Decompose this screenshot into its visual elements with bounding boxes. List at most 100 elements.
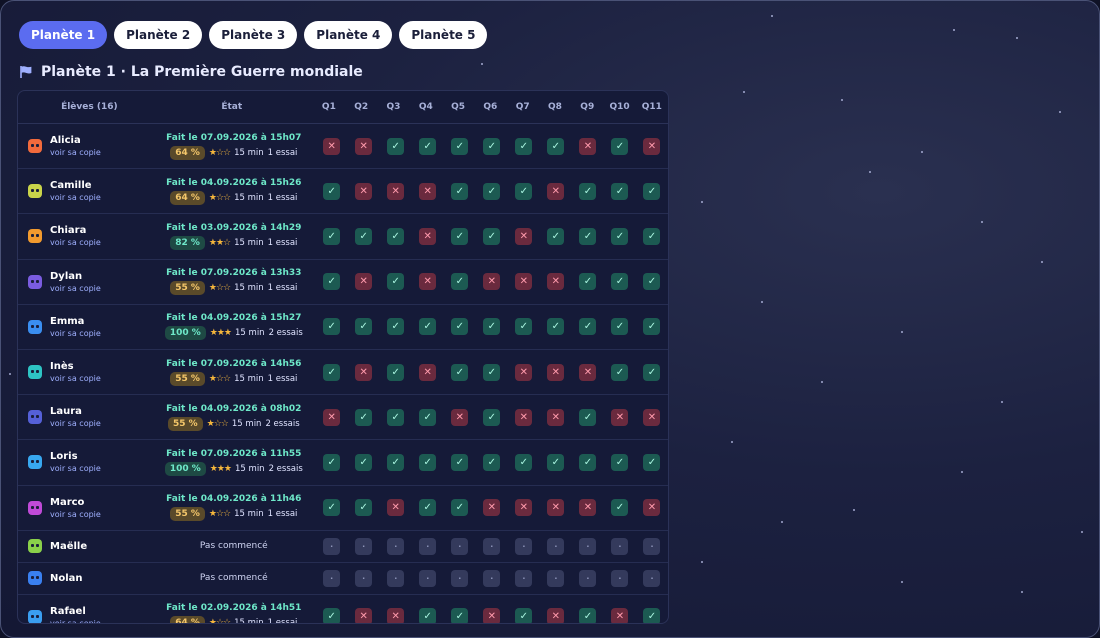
state-cell: Fait le 07.09.2026 à 13h33 55 % ★☆☆ 15 min 1… bbox=[152, 268, 316, 296]
answer-cell: · bbox=[572, 569, 604, 587]
avatar bbox=[28, 365, 42, 380]
answer-cell: · bbox=[540, 569, 572, 587]
answer-cell: ✕ bbox=[572, 137, 604, 155]
avatar bbox=[28, 539, 42, 554]
view-copy-link[interactable]: voir sa copie bbox=[50, 329, 101, 338]
view-copy-link[interactable]: voir sa copie bbox=[50, 510, 101, 519]
state-cell: Fait le 07.09.2026 à 11h55 100 % ★★★ 15 min… bbox=[152, 449, 316, 476]
avatar bbox=[28, 609, 42, 623]
answer-cell: ✓ bbox=[636, 453, 668, 471]
view-copy-link[interactable]: voir sa copie bbox=[50, 419, 101, 428]
result-meta: 55 % ★☆☆ 15 min 2 essais bbox=[167, 416, 300, 431]
header-q8: Q8 bbox=[548, 102, 562, 112]
cross-icon: ✕ bbox=[643, 499, 661, 517]
student-info: Camille voir sa copie bbox=[50, 180, 101, 202]
check-icon: ✓ bbox=[387, 408, 405, 426]
header-q1: Q1 bbox=[321, 102, 336, 112]
answer-cell: ✕ bbox=[604, 408, 636, 426]
check-icon: ✓ bbox=[419, 608, 437, 623]
header-q7: Q7 bbox=[515, 102, 530, 112]
check-icon: ✓ bbox=[483, 318, 501, 336]
check-icon: ✓ bbox=[515, 608, 533, 623]
attempts: 1 essai bbox=[267, 618, 298, 624]
header-q10: Q10 bbox=[609, 102, 630, 112]
tab-planete-1[interactable]: Planète 1 bbox=[19, 21, 108, 49]
state-cell: Fait le 03.09.2026 à 14h29 82 % ★★☆ 15 min 1… bbox=[152, 223, 316, 250]
table-row: Nolan Pas commencé · · · · · · · · · · · bbox=[18, 563, 668, 595]
answer-cell: ✕ bbox=[412, 273, 444, 291]
check-icon: ✓ bbox=[643, 453, 661, 471]
answer-cell: ✓ bbox=[380, 273, 412, 291]
student-info: Maëlle bbox=[50, 541, 87, 552]
duration: 15 min bbox=[234, 373, 264, 384]
student-name: Maëlle bbox=[50, 540, 88, 552]
answer-cell: ✕ bbox=[508, 227, 540, 245]
tab-planete-3[interactable]: Planète 3 bbox=[209, 21, 298, 49]
check-icon: ✓ bbox=[387, 453, 405, 471]
student-info: Nolan bbox=[50, 573, 83, 584]
table-row: Camille voir sa copie Fait le 04.09.2026 à… bbox=[18, 169, 668, 215]
answer-cell: · bbox=[476, 537, 508, 555]
check-icon: ✓ bbox=[483, 182, 501, 200]
cross-icon: ✕ bbox=[483, 608, 501, 623]
star-decoration bbox=[869, 171, 871, 173]
view-copy-link[interactable]: voir sa copie bbox=[50, 619, 101, 623]
check-icon: ✓ bbox=[451, 182, 469, 200]
check-icon: ✓ bbox=[355, 408, 373, 426]
check-icon: ✓ bbox=[419, 453, 437, 471]
pending-icon: · bbox=[419, 537, 437, 555]
pending-icon: · bbox=[611, 537, 629, 555]
answer-cell: ✕ bbox=[412, 182, 444, 200]
view-copy-link[interactable]: voir sa copie bbox=[50, 193, 101, 202]
attempts: 2 essais bbox=[265, 418, 300, 429]
answer-cell: ✓ bbox=[636, 273, 668, 291]
star-decoration bbox=[821, 381, 823, 383]
cross-icon: ✕ bbox=[579, 499, 597, 517]
cross-icon: ✕ bbox=[515, 363, 533, 381]
table-row: Emma voir sa copie Fait le 04.09.2026 à 15… bbox=[18, 305, 668, 350]
pending-icon: · bbox=[323, 569, 341, 587]
attempts: 1 essai bbox=[267, 192, 298, 203]
answer-cell: ✓ bbox=[604, 318, 636, 336]
check-icon: ✓ bbox=[451, 137, 469, 155]
table-row: Alicia voir sa copie Fait le 07.09.2026 à … bbox=[18, 124, 668, 170]
tab-planete-5[interactable]: Planète 5 bbox=[399, 21, 488, 49]
answer-cell: ✓ bbox=[316, 363, 348, 381]
check-icon: ✓ bbox=[643, 182, 661, 200]
view-copy-link[interactable]: voir sa copie bbox=[50, 464, 101, 473]
star-decoration bbox=[953, 29, 955, 31]
cross-icon: ✕ bbox=[547, 608, 565, 623]
answer-cell: ✕ bbox=[348, 137, 380, 155]
avatar bbox=[28, 571, 42, 586]
check-icon: ✓ bbox=[643, 608, 661, 623]
score-badge: 64 % bbox=[170, 145, 205, 160]
view-copy-link[interactable]: voir sa copie bbox=[50, 284, 101, 293]
answer-cell: ✓ bbox=[444, 363, 476, 381]
pending-icon: · bbox=[451, 569, 469, 587]
star-rating: ★★★ bbox=[209, 463, 232, 474]
student-cell: Alicia voir sa copie bbox=[18, 135, 152, 157]
view-copy-link[interactable]: voir sa copie bbox=[50, 374, 101, 383]
answer-cell: · bbox=[444, 537, 476, 555]
answer-cell: ✓ bbox=[476, 363, 508, 381]
tab-planete-4[interactable]: Planète 4 bbox=[304, 21, 393, 49]
cross-icon: ✕ bbox=[419, 227, 437, 245]
table-row: Marco voir sa copie Fait le 04.09.2026 à 1… bbox=[18, 486, 668, 531]
cross-icon: ✕ bbox=[323, 137, 341, 155]
student-name: Chiara bbox=[50, 225, 87, 237]
view-copy-link[interactable]: voir sa copie bbox=[50, 238, 101, 247]
score-badge: 82 % bbox=[170, 235, 205, 250]
attempts: 2 essais bbox=[268, 328, 303, 339]
answer-cell: ✕ bbox=[316, 137, 348, 155]
check-icon: ✓ bbox=[547, 137, 565, 155]
answer-cell: ✕ bbox=[476, 273, 508, 291]
star-decoration bbox=[901, 581, 903, 583]
answer-cell: · bbox=[412, 537, 444, 555]
answer-cell: ✓ bbox=[444, 453, 476, 471]
answer-cell: · bbox=[476, 569, 508, 587]
result-meta: 55 % ★☆☆ 15 min 1 essai bbox=[170, 281, 297, 296]
tab-planete-2[interactable]: Planète 2 bbox=[114, 21, 203, 49]
check-icon: ✓ bbox=[323, 608, 341, 623]
view-copy-link[interactable]: voir sa copie bbox=[50, 148, 101, 157]
answer-cell: ✓ bbox=[636, 608, 668, 623]
